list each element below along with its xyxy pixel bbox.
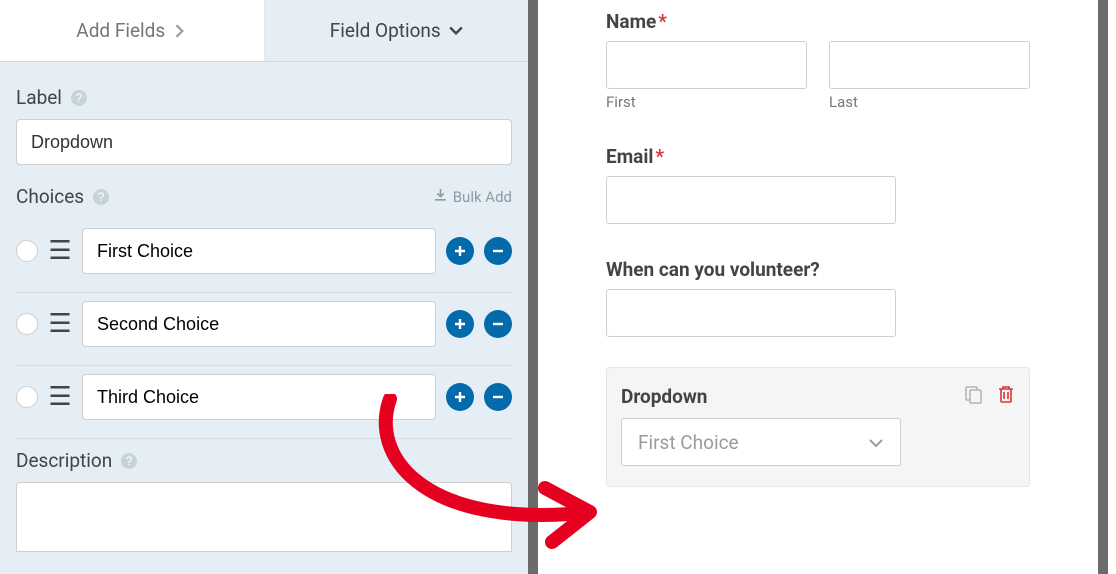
trash-icon[interactable]: [997, 384, 1015, 408]
last-name-input[interactable]: [829, 41, 1030, 89]
panel-divider: [528, 0, 538, 574]
svg-text:?: ?: [98, 190, 105, 204]
help-icon[interactable]: ?: [92, 188, 110, 206]
help-icon[interactable]: ?: [120, 452, 138, 470]
description-header: Description: [16, 449, 112, 472]
remove-choice-button[interactable]: [484, 237, 512, 265]
add-choice-button[interactable]: [446, 383, 474, 411]
name-field[interactable]: Name* First Last: [606, 10, 1030, 111]
first-name-input[interactable]: [606, 41, 807, 89]
last-sublabel: Last: [829, 93, 1030, 111]
dropdown-select[interactable]: First Choice: [621, 418, 901, 466]
field-label-input[interactable]: [16, 119, 512, 165]
choice-input[interactable]: [82, 374, 436, 420]
tab-add-fields[interactable]: Add Fields: [0, 0, 265, 61]
label-header: Label: [16, 86, 62, 109]
email-field[interactable]: Email*: [606, 145, 1030, 224]
chevron-down-icon: [868, 433, 884, 452]
choice-default-radio[interactable]: [16, 313, 38, 335]
remove-choice-button[interactable]: [484, 383, 512, 411]
form-preview: Name* First Last Email* When can you vol…: [540, 0, 1096, 574]
choice-row: ☰: [16, 366, 512, 439]
choice-row: ☰: [16, 293, 512, 366]
svg-text:?: ?: [76, 91, 83, 105]
volunteer-input[interactable]: [606, 289, 896, 337]
add-choice-button[interactable]: [446, 237, 474, 265]
volunteer-label: When can you volunteer?: [606, 258, 820, 281]
chevron-down-icon: [449, 24, 463, 38]
panel-body: Label ? Choices ? Bulk Add ☰: [0, 62, 528, 552]
tab-add-fields-label: Add Fields: [76, 19, 165, 42]
volunteer-field[interactable]: When can you volunteer?: [606, 258, 1030, 337]
choice-default-radio[interactable]: [16, 386, 38, 408]
panel-tabs: Add Fields Field Options: [0, 0, 528, 62]
remove-choice-button[interactable]: [484, 310, 512, 338]
chevron-right-icon: [173, 24, 187, 38]
help-icon[interactable]: ?: [70, 89, 88, 107]
choice-default-radio[interactable]: [16, 240, 38, 262]
name-label: Name: [606, 10, 656, 33]
email-input[interactable]: [606, 176, 896, 224]
bulk-add-button[interactable]: Bulk Add: [434, 188, 512, 206]
dropdown-field-selected[interactable]: Dropdown First Choice: [606, 367, 1030, 487]
field-options-panel: Add Fields Field Options Label ? Choices…: [0, 0, 528, 574]
tab-field-options[interactable]: Field Options: [265, 0, 529, 61]
drag-handle-icon[interactable]: ☰: [48, 316, 72, 332]
drag-handle-icon[interactable]: ☰: [48, 389, 72, 405]
description-textarea[interactable]: [16, 482, 512, 552]
tab-field-options-label: Field Options: [330, 19, 441, 42]
first-sublabel: First: [606, 93, 807, 111]
choice-row: ☰: [16, 220, 512, 293]
dropdown-label: Dropdown: [621, 385, 707, 408]
drag-handle-icon[interactable]: ☰: [48, 243, 72, 259]
choice-input[interactable]: [82, 228, 436, 274]
choices-header: Choices: [16, 185, 84, 208]
download-icon: [434, 188, 447, 206]
required-star-icon: *: [655, 145, 664, 168]
choice-input[interactable]: [82, 301, 436, 347]
panel-edge: [1098, 0, 1108, 574]
dropdown-selected-value: First Choice: [638, 431, 739, 454]
email-label: Email: [606, 145, 653, 168]
bulk-add-label: Bulk Add: [453, 188, 512, 206]
duplicate-icon[interactable]: [963, 384, 983, 408]
required-star-icon: *: [658, 10, 667, 33]
svg-text:?: ?: [126, 454, 133, 468]
add-choice-button[interactable]: [446, 310, 474, 338]
